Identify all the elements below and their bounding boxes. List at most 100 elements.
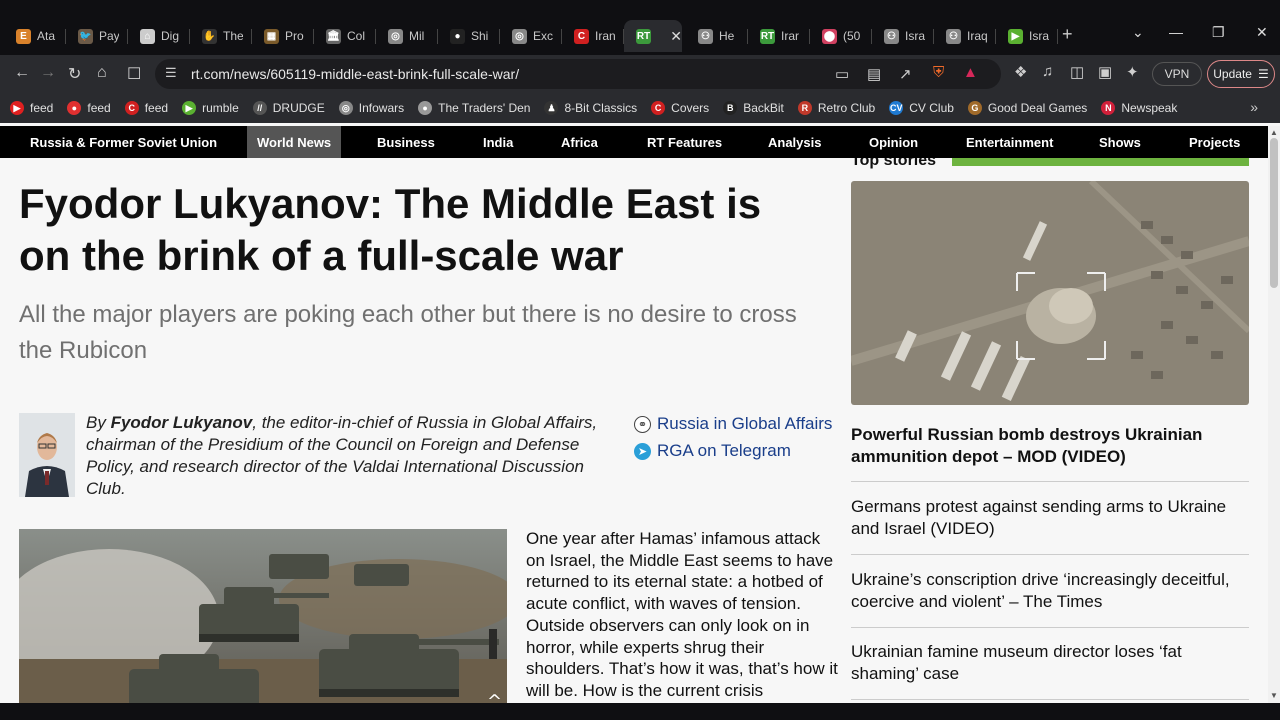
bookmark-item[interactable]: B BackBit: [723, 101, 784, 115]
nav-russia[interactable]: Russia & Former Soviet Union: [30, 126, 217, 158]
nav-world-news[interactable]: World News: [247, 126, 342, 158]
browser-tab[interactable]: RT ✕: [624, 20, 682, 52]
tab-title: Iraq: [967, 29, 987, 43]
cast-icon[interactable]: ▭: [835, 65, 849, 83]
rumble-icon: ▶: [1008, 28, 1023, 44]
extensions-icon[interactable]: ❖: [1014, 63, 1027, 81]
bookmark-item[interactable]: ▶ rumble: [182, 101, 239, 115]
update-button[interactable]: Update ☰: [1207, 60, 1275, 88]
leo-ai-icon[interactable]: ✦: [1126, 63, 1139, 81]
bookmark-label: The Traders' Den: [438, 101, 531, 115]
menu-icon: ☰: [1257, 67, 1269, 81]
top-story-link[interactable]: Ukraine’s conscription drive ‘increasing…: [851, 569, 1249, 613]
bookmark-item[interactable]: ● The Traders' Den: [418, 101, 530, 115]
browser-tab[interactable]: C Iran: [562, 20, 624, 52]
url-text[interactable]: rt.com/news/605119-middle-east-brink-ful…: [191, 66, 519, 82]
browser-tab[interactable]: ⬤ (50: [810, 20, 872, 52]
brave-rewards-icon[interactable]: ▲: [963, 64, 978, 81]
browser-tab[interactable]: 🏛 Col: [314, 20, 376, 52]
browser-tab[interactable]: ▦ Pro: [252, 20, 314, 52]
bookmark-item[interactable]: C Covers: [651, 101, 709, 115]
browser-tab[interactable]: 🐦 Pay: [66, 20, 128, 52]
author-photo[interactable]: [19, 413, 75, 497]
reader-mode-icon[interactable]: ▤: [867, 65, 881, 83]
forward-arrow-icon[interactable]: →: [40, 64, 56, 82]
minimize-button[interactable]: —: [1169, 24, 1183, 40]
bird-icon: 🐦: [78, 28, 93, 44]
browser-tab[interactable]: ⚇ Isra: [872, 20, 934, 52]
browser-tab[interactable]: E Ata: [4, 20, 66, 52]
vpn-button[interactable]: VPN: [1152, 62, 1202, 86]
nav-opinion[interactable]: Opinion: [869, 126, 918, 158]
close-tab-icon[interactable]: ✕: [670, 28, 682, 45]
tab-title: The: [223, 29, 243, 43]
bookmark-item[interactable]: ● feed: [67, 101, 111, 115]
vpn-label: VPN: [1164, 67, 1190, 81]
brave-shield-icon[interactable]: ⛨: [933, 64, 944, 81]
site-settings-icon[interactable]: ☰: [165, 65, 177, 81]
bookmark-label: Infowars: [358, 101, 405, 115]
bookmark-item[interactable]: Cfeed: [124, 101, 168, 115]
bookmarks-overflow-icon[interactable]: »: [1250, 99, 1258, 115]
nav-business[interactable]: Business: [377, 126, 435, 158]
top-stories-accent-bar: [952, 158, 1249, 166]
top-story-link[interactable]: Germans protest against sending arms to …: [851, 496, 1249, 540]
bookmarks-bar: ▶ feed ● feed Cfeed ▶ rumble //DRUDGE ◎ Infowars ●…: [0, 93, 1280, 123]
browser-tab[interactable]: ◎ Exc: [500, 20, 562, 52]
nav-africa[interactable]: Africa: [561, 126, 598, 158]
bookmark-item[interactable]: // DRUDGE: [252, 101, 325, 115]
scroll-down-icon[interactable]: ▼: [1270, 691, 1278, 700]
bookmark-icon[interactable]: ☐: [127, 64, 141, 84]
article-hero-image[interactable]: ^: [19, 529, 507, 703]
maximize-button[interactable]: ❐: [1212, 24, 1225, 41]
bookmark-label: BackBit: [743, 101, 784, 115]
browser-tab[interactable]: ● Shi: [438, 20, 500, 52]
tab-search-icon[interactable]: ⌄: [1132, 24, 1144, 41]
nav-entertainment[interactable]: Entertainment: [966, 126, 1053, 158]
scroll-thumb[interactable]: [1270, 138, 1278, 288]
bookmark-item[interactable]: CV CV Club: [889, 101, 954, 115]
nav-analysis[interactable]: Analysis: [768, 126, 821, 158]
nav-india[interactable]: India: [483, 126, 513, 158]
wallet-icon[interactable]: ▣: [1098, 63, 1112, 81]
new-tab-button[interactable]: +: [1062, 24, 1073, 45]
bookmark-label: rumble: [202, 101, 239, 115]
tab-title: He: [719, 29, 735, 43]
browser-tab[interactable]: ▶ Isra: [996, 20, 1058, 52]
reload-icon[interactable]: ↻: [68, 64, 81, 84]
author-name[interactable]: Fyodor Lukyanov: [111, 413, 253, 432]
url-bar[interactable]: ☰ rt.com/news/605119-middle-east-brink-f…: [155, 59, 1001, 89]
top-story-link[interactable]: Ukrainian famine museum director loses ‘…: [851, 641, 1249, 685]
bookmark-item[interactable]: G Good Deal Games: [967, 101, 1088, 115]
top-story-image[interactable]: [851, 181, 1249, 405]
browser-tab[interactable]: ⌂ Dig: [128, 20, 190, 52]
sidebar-icon[interactable]: ◫: [1070, 63, 1084, 81]
media-icon[interactable]: ♫: [1042, 63, 1053, 80]
painting-icon: ▦: [264, 28, 279, 44]
bookmark-item[interactable]: R Retro Club: [797, 101, 875, 115]
bookmark-item[interactable]: ▶ feed: [10, 101, 53, 115]
nav-projects[interactable]: Projects: [1189, 126, 1240, 158]
nav-rt-features[interactable]: RT Features: [647, 126, 722, 158]
bookmark-label: Good Deal Games: [987, 101, 1088, 115]
globe-icon: ⚭: [634, 415, 651, 433]
link-russia-in-global-affairs[interactable]: ⚭ Russia in Global Affairs: [634, 414, 832, 434]
home-icon[interactable]: ⌂: [97, 64, 107, 82]
browser-tab[interactable]: ✋ The: [190, 20, 252, 52]
bookmark-item[interactable]: ◎ Infowars: [338, 101, 405, 115]
bookmark-item[interactable]: ♟ 8-Bit Classics: [544, 101, 637, 115]
browser-tab[interactable]: ⚇ He: [686, 20, 748, 52]
bookmark-item[interactable]: N Newspeak: [1101, 101, 1177, 115]
scroll-up-icon[interactable]: ▲: [1270, 128, 1278, 137]
page-scrollbar[interactable]: ▲ ▼: [1268, 126, 1280, 703]
browser-tab[interactable]: RT Irar: [748, 20, 810, 52]
link-rga-telegram[interactable]: ➤ RGA on Telegram: [634, 441, 791, 461]
close-window-button[interactable]: ✕: [1256, 24, 1268, 41]
nav-shows[interactable]: Shows: [1099, 126, 1141, 158]
share-icon[interactable]: ↗: [899, 65, 912, 83]
back-arrow-icon[interactable]: ←: [14, 64, 30, 82]
browser-tab[interactable]: ◎ Mil: [376, 20, 438, 52]
browser-tab[interactable]: ⚇ Iraq: [934, 20, 996, 52]
dots-icon: ⬤: [822, 28, 837, 44]
top-story-link[interactable]: Powerful Russian bomb destroys Ukrainian…: [851, 424, 1249, 468]
